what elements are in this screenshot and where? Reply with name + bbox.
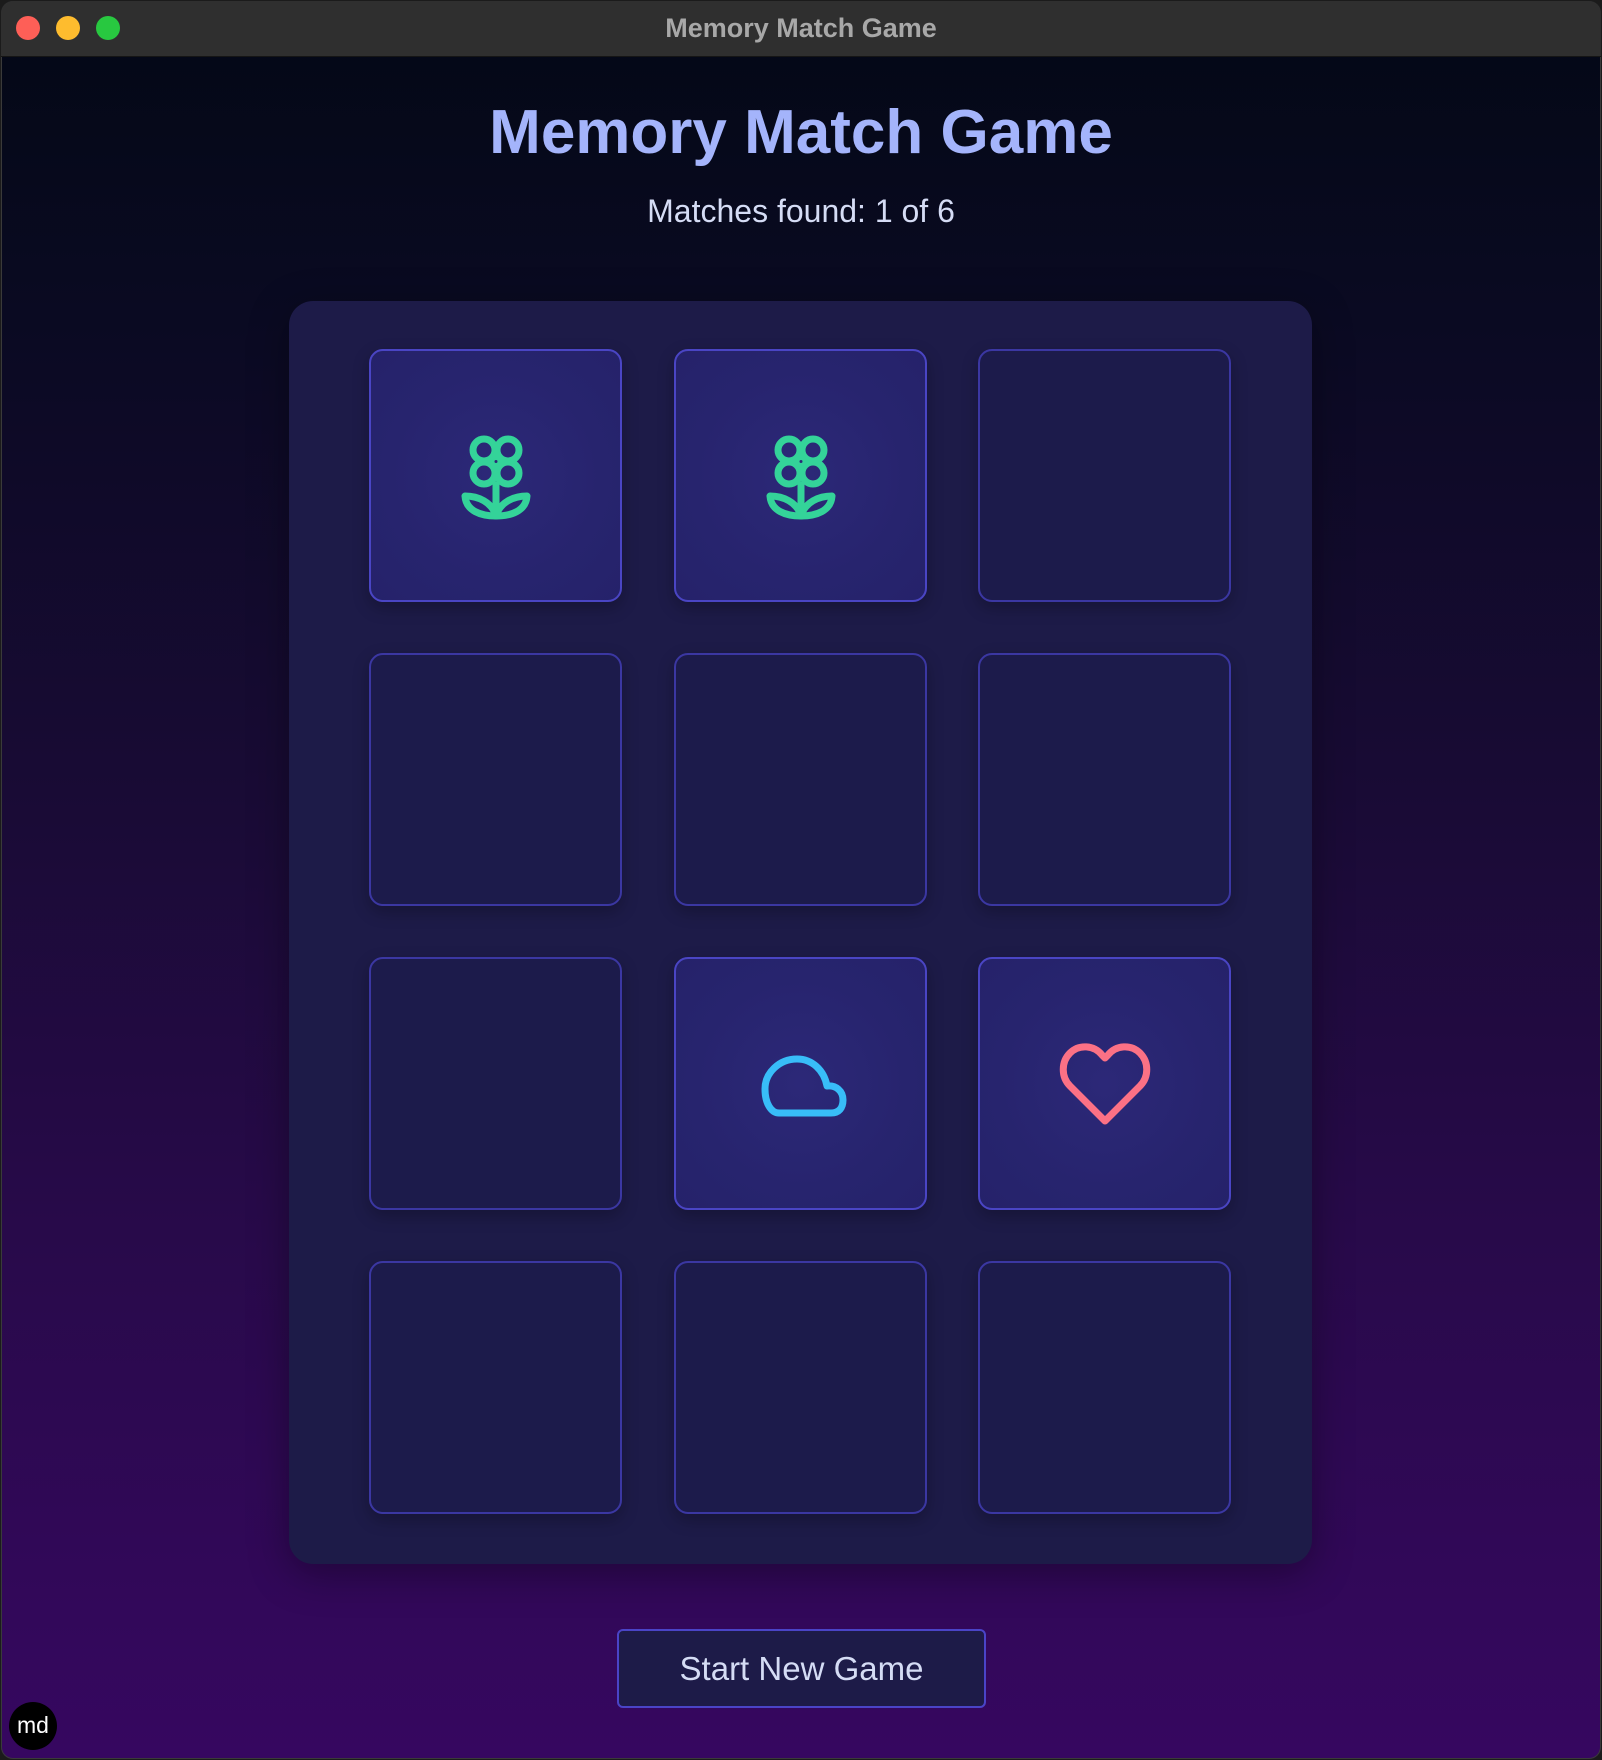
heart-icon (1058, 1042, 1152, 1126)
card-r4-c1[interactable] (369, 1261, 622, 1514)
card-r2-c3[interactable] (978, 653, 1231, 906)
game-title: Memory Match Game (489, 98, 1113, 167)
start-new-game-button[interactable]: Start New Game (617, 1629, 986, 1708)
title-bar: Memory Match Game (1, 1, 1601, 57)
card-r1-c3[interactable] (978, 349, 1231, 602)
card-r4-c2[interactable] (674, 1261, 927, 1514)
flower-icon (461, 430, 531, 522)
flower-icon (766, 430, 836, 522)
card-r1-c1[interactable] (369, 349, 622, 602)
app-window: Memory Match Game Memory Match Game Matc… (1, 1, 1601, 1759)
window-title: Memory Match Game (665, 13, 937, 43)
card-r3-c2[interactable] (674, 957, 927, 1210)
cloud-icon (755, 1049, 847, 1119)
card-r4-c3[interactable] (978, 1261, 1231, 1514)
card-r3-c1[interactable] (369, 957, 622, 1210)
card-board (289, 301, 1312, 1564)
card-r2-c1[interactable] (369, 653, 622, 906)
card-r1-c2[interactable] (674, 349, 927, 602)
card-r3-c3[interactable] (978, 957, 1231, 1210)
card-r2-c2[interactable] (674, 653, 927, 906)
match-status: Matches found: 1 of 6 (647, 193, 955, 229)
md-badge[interactable]: md (9, 1702, 57, 1750)
